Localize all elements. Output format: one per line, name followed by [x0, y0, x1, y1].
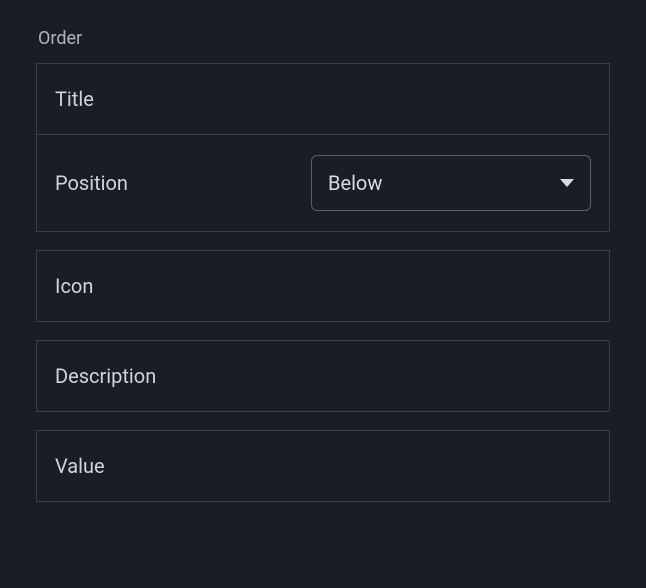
section-label: Order [36, 28, 610, 49]
chevron-down-icon [560, 179, 574, 187]
row-description-label: Description [55, 364, 255, 388]
row-value-label: Value [55, 454, 255, 478]
row-position-label: Position [55, 171, 255, 195]
row-icon[interactable]: Icon [37, 251, 609, 321]
row-icon-label: Icon [55, 274, 255, 298]
group-title-position: Title Position Below [36, 63, 610, 232]
row-description[interactable]: Description [37, 341, 609, 411]
row-value[interactable]: Value [37, 431, 609, 501]
group-icon: Icon [36, 250, 610, 322]
position-select-value: Below [328, 171, 382, 195]
group-description: Description [36, 340, 610, 412]
row-title[interactable]: Title [37, 64, 609, 134]
group-value: Value [36, 430, 610, 502]
position-select[interactable]: Below [311, 155, 591, 211]
row-position: Position Below [37, 134, 609, 231]
row-title-label: Title [55, 87, 255, 111]
